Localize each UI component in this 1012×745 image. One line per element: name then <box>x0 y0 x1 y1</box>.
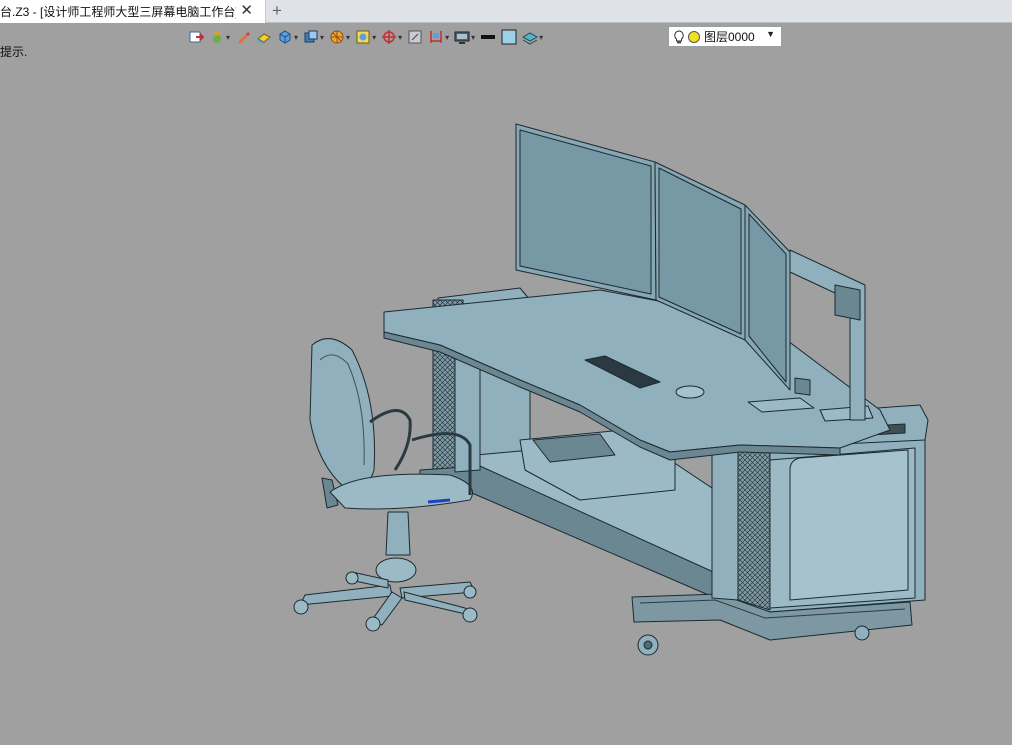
tab-bar: 台.Z3 - [设计师工程师大型三屏幕电脑工作台] ✕ + <box>0 0 1012 23</box>
tab-title: 台.Z3 - [设计师工程师大型三屏幕电脑工作台] <box>0 5 236 19</box>
plus-icon[interactable]: + <box>272 2 282 20</box>
close-icon[interactable]: ✕ <box>240 3 253 19</box>
workstation-model <box>293 123 929 656</box>
document-tab[interactable]: 台.Z3 - [设计师工程师大型三屏幕电脑工作台] ✕ <box>0 0 266 23</box>
